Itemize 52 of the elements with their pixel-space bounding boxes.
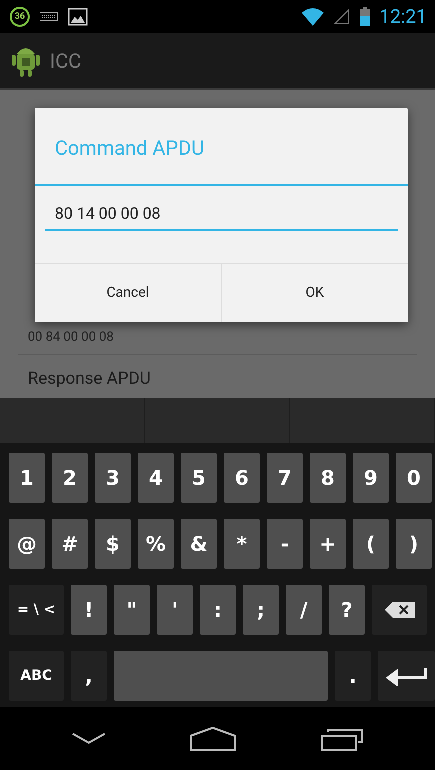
section-header: Response APDU (27, 369, 152, 389)
enter-icon (386, 666, 428, 686)
notification-badge: 36 (10, 6, 30, 26)
keyboard-key[interactable]: ' (157, 585, 193, 635)
keyboard-key[interactable]: $ (95, 519, 131, 569)
keyboard-key[interactable]: 3 (95, 453, 131, 503)
keyboard-key[interactable]: = \ < (9, 585, 64, 635)
keyboard-key[interactable]: 2 (52, 453, 88, 503)
keyboard-key[interactable]: 6 (224, 453, 260, 503)
keyboard-key[interactable]: - (267, 519, 303, 569)
keyboard-key[interactable]: ABC (9, 651, 64, 701)
keyboard-key[interactable]: ! (71, 585, 107, 635)
wifi-icon (302, 8, 324, 26)
signal-icon (334, 8, 350, 24)
clock-time: 12:21 (380, 5, 427, 28)
keyboard-key[interactable]: 0 (396, 453, 432, 503)
keyboard-key[interactable]: " (114, 585, 150, 635)
dialog-button[interactable]: Cancel (35, 264, 222, 322)
keyboard-key[interactable]: @ (9, 519, 45, 569)
keyboard-key[interactable]: / (286, 585, 322, 635)
keyboard-key[interactable]: , (71, 651, 107, 701)
keyboard-key[interactable]: 8 (310, 453, 346, 503)
keyboard-key[interactable]: ; (243, 585, 279, 635)
keyboard-key[interactable]: & (181, 519, 217, 569)
keyboard-key[interactable]: + (310, 519, 346, 569)
battery-icon (360, 7, 370, 26)
keyboard-key[interactable]: # (52, 519, 88, 569)
keyboard-key[interactable]: 7 (267, 453, 303, 503)
enter-key[interactable] (378, 651, 435, 701)
keyboard-key[interactable]: ) (396, 519, 432, 569)
keyboard-key[interactable]: 5 (181, 453, 217, 503)
keyboard-key[interactable]: 1 (9, 453, 45, 503)
keyboard-key[interactable]: : (200, 585, 236, 635)
recent-apps-icon[interactable] (320, 726, 363, 750)
keyboard-key[interactable]: . (335, 651, 371, 701)
command-value: 00 84 00 00 08 (27, 330, 115, 346)
keyboard-key[interactable]: ? (329, 585, 365, 635)
keyboard-key[interactable]: * (224, 519, 260, 569)
keyboard-key[interactable]: % (138, 519, 174, 569)
keyboard-key[interactable]: ( (353, 519, 389, 569)
dialog-button[interactable]: OK (222, 264, 408, 322)
keyboard-key[interactable]: 4 (138, 453, 174, 503)
keyboard-key[interactable]: 9 (353, 453, 389, 503)
backspace-icon (384, 602, 414, 618)
home-icon[interactable] (190, 726, 236, 750)
image-icon (68, 8, 88, 26)
keyboard-icon (40, 12, 58, 22)
app-title: ICC (50, 48, 82, 72)
input-field[interactable]: 80 14 00 00 08 (45, 200, 398, 231)
back-chevron-icon[interactable] (72, 732, 106, 744)
backspace-key[interactable] (372, 585, 427, 635)
dialog-title: Command APDU (54, 135, 206, 162)
